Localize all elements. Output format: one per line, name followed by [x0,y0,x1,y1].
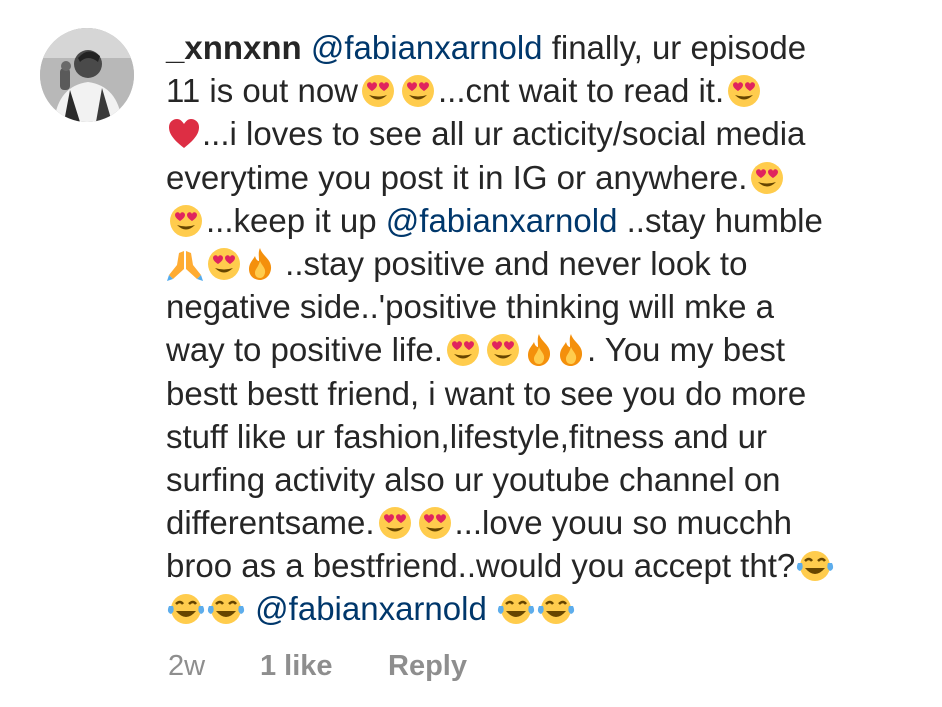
heart-eyes-emoji [484,333,522,367]
likes-count-button[interactable]: 1 like [260,648,388,684]
tears-of-joy-emoji [207,592,245,626]
comment-text-segment: 11 is out now [166,72,359,110]
comment-text-segment: negative side..'positive thinking will m… [166,288,774,326]
comment-line: surfing activity also ur youtube channel… [166,458,926,501]
heart-eyes-emoji [416,506,454,540]
heart-eyes-emoji [399,74,437,108]
heart-eyes-emoji [359,74,397,108]
comment-line: way to positive life. . You my best [166,328,926,371]
comment-text-segment: surfing activity also ur youtube channel… [166,460,781,498]
comment-text-segment: ...i loves to see all ur acticity/social… [202,115,806,153]
heart-eyes-emoji [205,247,243,281]
comment-text-segment: broo as a bestfriend..would you accept t… [166,547,796,585]
tears-of-joy-emoji [167,592,205,626]
comment-line: differentsame. ...love youu so mucchh [166,501,926,544]
comment-text-segment: stuff like ur fashion,lifestyle,fitness … [166,417,768,455]
comment-line: broo as a bestfriend..would you accept t… [166,544,926,587]
comment-line: ...i loves to see all ur acticity/social… [166,112,926,155]
tears-of-joy-emoji [796,549,834,583]
heart-eyes-emoji [444,333,482,367]
comment-username[interactable]: _xnnxnn [166,29,302,66]
comment-line: ...keep it up @fabianxarnold ..stay humb… [166,199,926,242]
comment-timestamp: 2w [168,650,206,682]
comment-line: 11 is out now ...cnt wait to read it. [166,69,926,112]
comment-text-segment: ...cnt wait to read it. [438,72,725,110]
comment-text-segment: bestt bestt friend, i want to see you do… [166,374,807,412]
comment-line: everytime you post it in IG or anywhere. [166,156,926,199]
comment-text-segment: differentsame. [166,504,375,542]
mention-link[interactable]: @fabianxarnold [255,590,487,627]
heart-eyes-emoji [376,506,414,540]
comment-text-segment: ..stay positive and never look to [276,244,748,282]
comment-line: bestt bestt friend, i want to see you do… [166,372,926,415]
fire-emoji [556,333,586,367]
comment-line: @fabianxarnold [166,587,926,630]
comment-text-segment [487,590,496,627]
comment-text-segment: ...keep it up [206,201,386,239]
fire-emoji [524,333,554,367]
comment-text: _xnnxnn @fabianxarnold finally, ur episo… [166,26,926,631]
comment-meta: 2w 1 like Reply [168,648,467,684]
comment-line: negative side..'positive thinking will m… [166,285,926,328]
comment-line: _xnnxnn @fabianxarnold finally, ur episo… [166,26,926,69]
red-heart-emoji [167,117,201,151]
mention-link[interactable]: @fabianxarnold [386,202,618,239]
avatar[interactable] [40,28,134,122]
reply-button[interactable]: Reply [388,648,467,684]
heart-eyes-emoji [725,74,763,108]
comment-text-segment: . You my best [586,331,786,369]
comment-line: ..stay positive and never look to [166,242,926,285]
comment-text-segment: everytime you post it in IG or anywhere. [166,158,748,196]
profile-photo-icon [40,28,134,122]
folded-hands-emoji [167,247,203,281]
heart-eyes-emoji [167,204,205,238]
comment-text-segment: finally, ur episode [542,29,807,66]
comment-line: stuff like ur fashion,lifestyle,fitness … [166,415,926,458]
comment-text-segment: ..stay humble [617,201,823,239]
fire-emoji [245,247,275,281]
comment-text-segment: ...love youu so mucchh [454,504,793,542]
mention-link[interactable]: @fabianxarnold [311,29,543,66]
tears-of-joy-emoji [497,592,535,626]
heart-eyes-emoji [748,161,786,195]
comment-text-segment: way to positive life. [166,331,443,369]
comment: _xnnxnn @fabianxarnold finally, ur episo… [0,0,942,707]
comment-text-segment [246,590,255,627]
tears-of-joy-emoji [537,592,575,626]
